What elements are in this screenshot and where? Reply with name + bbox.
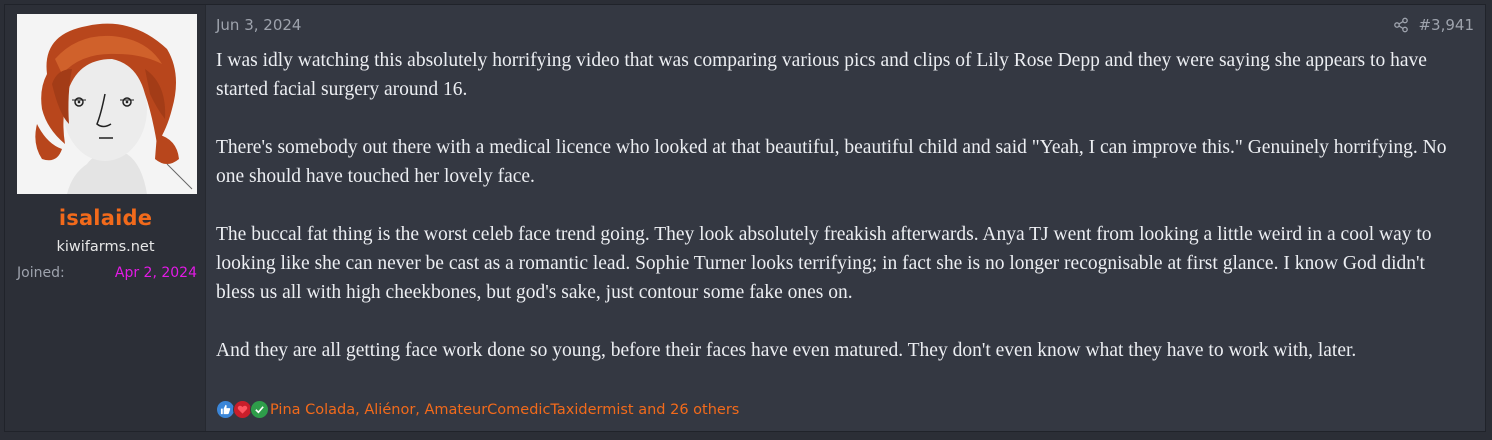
post-number[interactable]: #3,941 [1418,16,1474,34]
post-paragraph: I was idly watching this absolutely horr… [216,50,1427,100]
user-title: kiwifarms.net [56,239,155,255]
reactions-bar: Pina Colada, Aliénor, AmateurComedicTaxi… [216,400,739,419]
user-cell: isalaide kiwifarms.net Joined: Apr 2, 20… [5,5,206,431]
joined-label: Joined: [17,265,65,281]
username[interactable]: isalaide [5,206,206,230]
post-body: I was idly watching this absolutely horr… [216,46,1456,365]
post-paragraph: The buccal fat thing is the worst celeb … [216,224,1432,303]
reactions-list[interactable]: Pina Colada, Aliénor, AmateurComedicTaxi… [270,402,739,418]
post-paragraph: There's somebody out there with a medica… [216,137,1447,187]
joined-date: Apr 2, 2024 [114,265,197,281]
joined-row: Joined: Apr 2, 2024 [17,265,197,281]
check-icon [250,400,269,419]
share-icon[interactable] [1393,17,1409,33]
avatar[interactable] [17,14,197,194]
post-main: Jun 3, 2024 #3,941 I was idly watching t… [206,5,1485,431]
avatar-image [17,14,197,194]
post-paragraph: And they are all getting face work done … [216,340,1357,361]
reaction-icons[interactable] [216,400,269,419]
post-actions: #3,941 [1393,16,1474,34]
post: isalaide kiwifarms.net Joined: Apr 2, 20… [4,4,1486,432]
post-date[interactable]: Jun 3, 2024 [216,16,301,34]
